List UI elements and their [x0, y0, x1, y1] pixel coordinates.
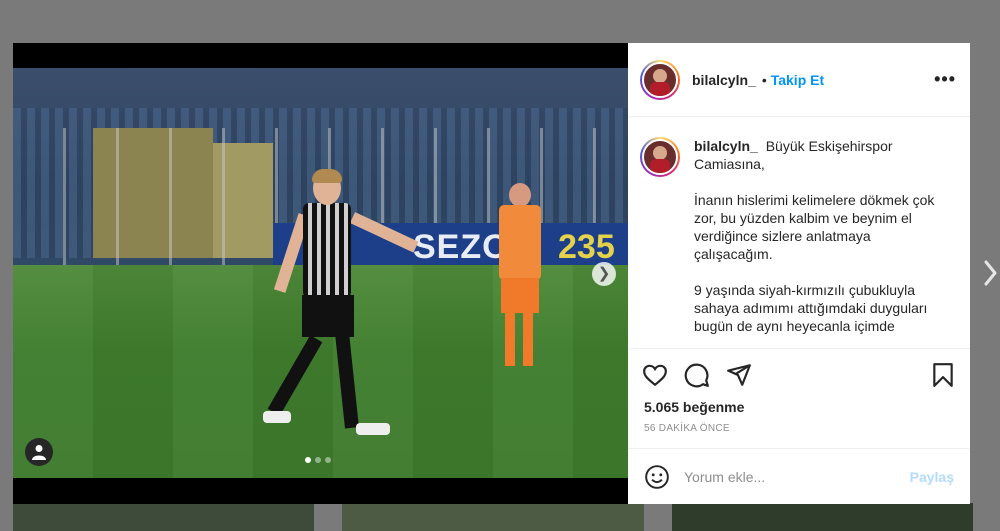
- player-shorts: [302, 295, 354, 337]
- post-media[interactable]: SEZO 235 ❯: [13, 43, 628, 504]
- user-tag-icon: [32, 445, 46, 460]
- comment-icon[interactable]: [684, 362, 710, 388]
- carousel-dot: [315, 457, 321, 463]
- next-post-chevron-icon[interactable]: [980, 258, 1000, 288]
- player-arm: [350, 212, 419, 253]
- player-leg: [523, 311, 533, 366]
- comment-input[interactable]: [684, 468, 910, 485]
- bookmark-icon[interactable]: [930, 362, 956, 388]
- heart-icon[interactable]: [642, 362, 668, 388]
- carousel-indicator: [305, 457, 331, 463]
- caption-avatar[interactable]: [640, 137, 680, 177]
- share-icon[interactable]: [726, 362, 752, 388]
- player-orange: [491, 183, 551, 383]
- caption-username[interactable]: bilalcyln_: [694, 138, 758, 154]
- header-username[interactable]: bilalcyln_: [692, 72, 756, 88]
- player-torso: [303, 203, 351, 298]
- player-torso: [499, 205, 541, 280]
- avatar-image: [642, 139, 678, 175]
- post-header: bilalcyln_ • Takip Et •••: [628, 43, 970, 117]
- chevron-right-icon: ❯: [597, 265, 611, 282]
- caption-paragraph: 9 yaşında siyah-kırmızılı çubukluyla sah…: [694, 282, 928, 334]
- ad-board-number: 235: [558, 228, 615, 266]
- follow-button[interactable]: Takip Et: [771, 72, 824, 88]
- carousel-next-button[interactable]: ❯: [592, 262, 616, 286]
- carousel-dot: [325, 457, 331, 463]
- player-shoe: [263, 411, 291, 423]
- user-tags-button[interactable]: [25, 438, 53, 466]
- player-shorts: [501, 278, 539, 313]
- caption-text: bilalcyln_ Büyük Eskişehirspor Camiasına…: [694, 137, 942, 348]
- background-thumbnail[interactable]: [13, 503, 315, 531]
- player-head: [509, 183, 531, 207]
- player-striped: [263, 169, 419, 453]
- comment-bar: Paylaş: [628, 448, 970, 504]
- caption-paragraph: bilalcyln_ Büyük Eskişehirspor Camiasına…: [694, 137, 942, 173]
- player-hair: [312, 169, 342, 183]
- caption-area: bilalcyln_ Büyük Eskişehirspor Camiasına…: [628, 117, 970, 349]
- post-photo: SEZO 235: [13, 68, 628, 478]
- avatar-image: [642, 61, 678, 98]
- caption-paragraph: İnanın hislerimi kelimelere dökmek çok z…: [694, 192, 935, 262]
- emoji-icon[interactable]: [644, 464, 670, 490]
- player-leg: [505, 311, 515, 366]
- avatar[interactable]: [640, 59, 680, 100]
- background-thumbnail[interactable]: [342, 503, 644, 531]
- player-leg: [335, 332, 359, 429]
- post-modal: SEZO 235 ❯ bilalcyln_ • Takip Et ••• bil…: [13, 43, 970, 504]
- background-thumbnails: [13, 503, 973, 531]
- header-separator: •: [761, 71, 767, 88]
- player-leg: [267, 335, 323, 416]
- action-bar: [628, 355, 970, 395]
- post-side-panel: bilalcyln_ • Takip Et ••• bilalcyln_ Büy…: [628, 43, 970, 504]
- player-shoe: [356, 423, 390, 435]
- background-thumbnail[interactable]: [671, 503, 973, 531]
- post-comment-button[interactable]: Paylaş: [910, 469, 954, 485]
- post-timestamp[interactable]: 56 DAKİKA ÖNCE: [628, 423, 970, 434]
- more-icon[interactable]: •••: [934, 69, 956, 90]
- likes-count[interactable]: 5.065 beğenme: [628, 399, 970, 415]
- carousel-dot: [305, 457, 311, 463]
